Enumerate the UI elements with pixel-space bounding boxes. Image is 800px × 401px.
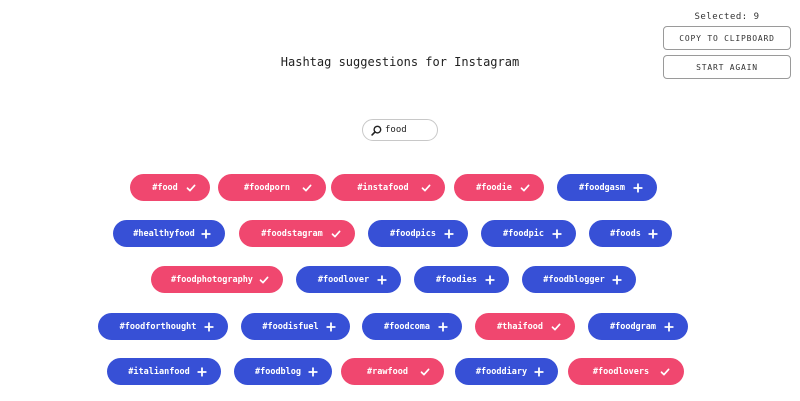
hashtag-pill[interactable]: #foodpics	[368, 220, 468, 247]
plus-icon	[534, 366, 544, 377]
hashtag-label: #foodgasm	[578, 182, 626, 193]
plus-icon	[377, 274, 387, 285]
plus-icon	[326, 321, 336, 332]
hashtag-label: #italianfood	[128, 366, 190, 377]
plus-icon	[438, 321, 448, 332]
plus-icon	[204, 321, 214, 332]
check-icon	[302, 183, 312, 193]
check-icon	[551, 322, 561, 332]
check-icon	[660, 367, 670, 377]
search-icon	[370, 124, 382, 136]
hashtag-label: #fooddiary	[475, 366, 528, 377]
page-title: Hashtag suggestions for Instagram	[280, 55, 520, 69]
hashtag-label: #foodblog	[254, 366, 302, 377]
hashtag-label: #foodgram	[609, 321, 657, 332]
hashtag-pill[interactable]: #foodblog	[234, 358, 332, 385]
hashtag-label: #food	[152, 182, 178, 193]
plus-icon	[308, 366, 318, 377]
hashtag-pill[interactable]: #foodstagram	[239, 220, 355, 247]
hashtag-label: #foodisfuel	[262, 321, 319, 332]
plus-icon	[485, 274, 495, 285]
check-icon	[259, 275, 269, 285]
hashtag-pill[interactable]: #healthyfood	[113, 220, 225, 247]
hashtag-pill[interactable]: #italianfood	[107, 358, 221, 385]
hashtag-pill[interactable]: #instafood	[331, 174, 445, 201]
hashtag-label: #foodphotography	[171, 274, 253, 285]
check-icon	[520, 183, 530, 193]
hashtag-pill[interactable]: #foodies	[414, 266, 509, 293]
hashtag-label: #instafood	[357, 182, 409, 193]
check-icon	[420, 367, 430, 377]
hashtag-pill[interactable]: #food	[130, 174, 210, 201]
plus-icon	[633, 182, 643, 193]
selected-count: Selected: 9	[694, 12, 760, 22]
search-input[interactable]	[385, 125, 433, 135]
hashtag-pill[interactable]: #foods	[589, 220, 672, 247]
hashtag-label: #foodstagram	[261, 228, 323, 239]
hashtag-pill[interactable]: #foodcoma	[362, 313, 462, 340]
hashtag-pill[interactable]: #foodisfuel	[241, 313, 350, 340]
hashtag-pill[interactable]: #foodgram	[588, 313, 688, 340]
hashtag-pill[interactable]: #foodlover	[296, 266, 401, 293]
hashtag-label: #healthyfood	[133, 228, 195, 239]
hashtag-label: #foodlover	[317, 274, 370, 285]
hashtag-label: #thaifood	[496, 321, 544, 332]
plus-icon	[664, 321, 674, 332]
hashtag-label: #foodlovers	[592, 366, 650, 377]
hashtag-pill[interactable]: #thaifood	[475, 313, 575, 340]
hashtag-label: #rawfood	[367, 366, 408, 377]
search-box[interactable]	[362, 119, 438, 141]
hashtag-pill[interactable]: #foodgasm	[557, 174, 657, 201]
hashtag-pill[interactable]: #foodforthought	[98, 313, 228, 340]
hashtag-pill[interactable]: #foodblogger	[522, 266, 636, 293]
copy-to-clipboard-button[interactable]: COPY TO CLIPBOARD	[663, 26, 791, 50]
hashtag-label: #foodie	[476, 182, 512, 193]
hashtag-label: #foodblogger	[543, 274, 605, 285]
hashtag-label: #foodpic	[503, 228, 544, 239]
hashtag-label: #foodpics	[389, 228, 437, 239]
hashtag-label: #foodcoma	[383, 321, 431, 332]
hashtag-label: #foods	[610, 228, 641, 239]
hashtag-label: #foodforthought	[119, 321, 197, 332]
plus-icon	[444, 228, 454, 239]
hashtag-pill[interactable]: #rawfood	[341, 358, 444, 385]
check-icon	[421, 183, 431, 193]
hashtag-label: #foodporn	[243, 182, 291, 193]
hashtag-pill[interactable]: #fooddiary	[455, 358, 558, 385]
check-icon	[331, 229, 341, 239]
plus-icon	[552, 228, 562, 239]
plus-icon	[612, 274, 622, 285]
hashtag-pill[interactable]: #foodporn	[218, 174, 326, 201]
hashtag-pill[interactable]: #foodpic	[481, 220, 576, 247]
check-icon	[186, 183, 196, 193]
hashtag-pill[interactable]: #foodphotography	[151, 266, 283, 293]
hashtag-pill[interactable]: #foodie	[454, 174, 544, 201]
hashtag-pill[interactable]: #foodlovers	[568, 358, 684, 385]
hashtag-label: #foodies	[436, 274, 477, 285]
plus-icon	[201, 228, 211, 239]
plus-icon	[648, 228, 658, 239]
plus-icon	[197, 366, 207, 377]
